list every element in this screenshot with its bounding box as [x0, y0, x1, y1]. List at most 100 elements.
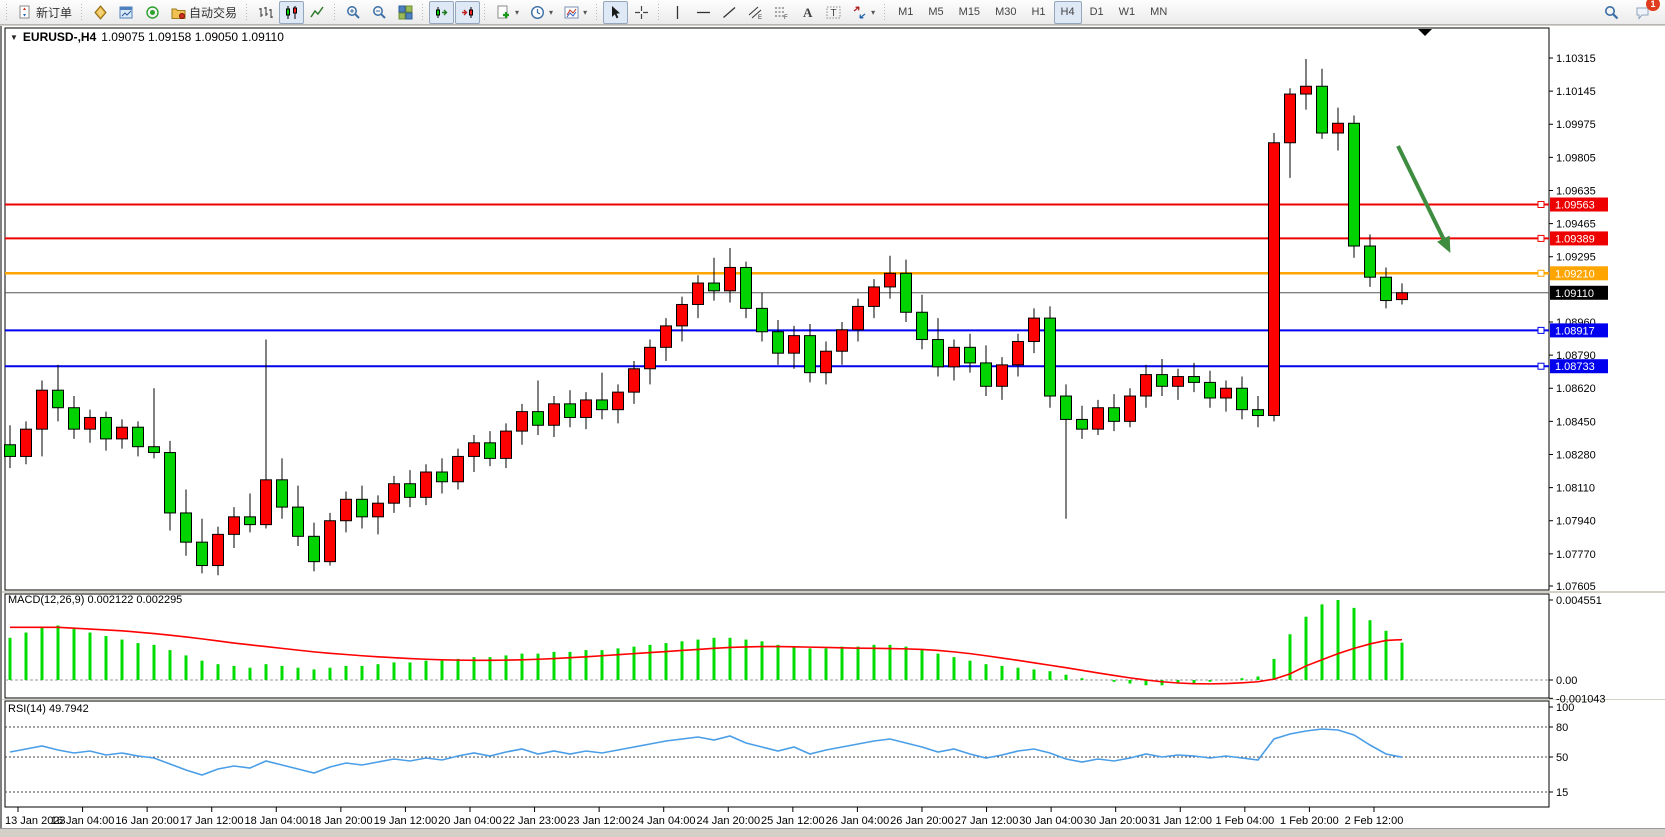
toolbar-group-grip[interactable]	[483, 4, 488, 20]
chart-ohlc-values: 1.09075 1.09158 1.09050 1.09110	[101, 30, 284, 44]
toolbar-group-grip[interactable]	[245, 4, 250, 20]
toolbar-group-grip[interactable]	[657, 4, 662, 20]
candle	[533, 412, 544, 426]
timeframe-h1-button[interactable]: H1	[1024, 1, 1052, 24]
time-axis-label: 16 Jan 20:00	[115, 815, 179, 827]
chevron-down-icon[interactable]: ▾	[549, 8, 553, 17]
svg-text:T: T	[831, 8, 837, 19]
candle	[597, 400, 608, 410]
candle	[869, 287, 880, 306]
candle	[1029, 318, 1040, 341]
timeframe-m30-button[interactable]: M30	[988, 1, 1023, 24]
candle	[213, 534, 224, 565]
search-button[interactable]	[1599, 1, 1624, 24]
support-line-1-handle[interactable]	[1538, 327, 1544, 333]
panel-separator[interactable]	[2, 699, 1665, 700]
trendline-icon	[722, 5, 737, 20]
toolbar-group-grip[interactable]	[333, 4, 338, 20]
price-chart: 1.103151.101451.099751.098051.096351.094…	[2, 26, 1665, 828]
candle	[693, 283, 704, 304]
candle	[293, 507, 304, 536]
autotrade-button[interactable]: 自动交易	[166, 1, 242, 24]
zoom-out-button[interactable]	[367, 1, 392, 24]
toolbar-group-grip[interactable]	[5, 4, 10, 20]
label-icon: T	[826, 5, 841, 20]
candle	[1077, 419, 1088, 429]
price-axis-label: 1.09465	[1556, 219, 1596, 231]
one-click-trading-collapse-icon[interactable]: ▼	[10, 33, 18, 42]
candle	[1093, 408, 1104, 429]
notifications-button[interactable]: 1	[1630, 1, 1655, 24]
candle	[1189, 377, 1200, 383]
trendline-button[interactable]	[717, 1, 742, 24]
timeframe-m15-button[interactable]: M15	[952, 1, 987, 24]
timeframe-m5-button[interactable]: M5	[921, 1, 950, 24]
candle	[1301, 86, 1312, 94]
panel-separator[interactable]	[2, 591, 1665, 593]
candle	[917, 312, 928, 339]
text-label-button[interactable]: T	[821, 1, 846, 24]
timeframe-h4-button[interactable]: H4	[1054, 1, 1082, 24]
horizontal-line-button[interactable]	[691, 1, 716, 24]
templates-button[interactable]: ▾	[559, 1, 592, 24]
toolbar-group-grip[interactable]	[883, 4, 888, 20]
candle	[741, 267, 752, 308]
price-axis-label: 1.09295	[1556, 252, 1596, 264]
text-button[interactable]: A	[795, 1, 820, 24]
chart-shift-button[interactable]	[455, 1, 480, 24]
resistance-line-1-handle[interactable]	[1538, 202, 1544, 208]
chevron-down-icon[interactable]: ▾	[583, 8, 587, 17]
chart-window: 1.103151.101451.099751.098051.096351.094…	[0, 26, 1665, 828]
strategy-signal-button[interactable]	[140, 1, 165, 24]
candle	[821, 351, 832, 372]
indicators-button[interactable]: ▾	[491, 1, 524, 24]
timeframe-mn-button[interactable]: MN	[1143, 1, 1174, 24]
candlestick-chart-button[interactable]	[279, 1, 304, 24]
pivot-line-price-tag-text: 1.09210	[1555, 268, 1595, 280]
price-axis-label: 1.08110	[1556, 483, 1595, 495]
timeframe-w1-button[interactable]: W1	[1112, 1, 1143, 24]
new-order-button[interactable]: 新订单	[13, 1, 77, 24]
support-line-2-handle[interactable]	[1538, 363, 1544, 369]
bar-chart-button[interactable]	[253, 1, 278, 24]
price-axis-label: 1.07605	[1556, 581, 1596, 593]
toolbar-group-grip[interactable]	[595, 4, 600, 20]
tile-windows-button[interactable]	[393, 1, 418, 24]
candle	[469, 443, 480, 457]
auto-scroll-button[interactable]	[429, 1, 454, 24]
chevron-down-icon[interactable]: ▾	[515, 8, 519, 17]
candle	[1381, 277, 1392, 300]
cursor-button[interactable]	[603, 1, 628, 24]
templates-icon	[564, 5, 579, 20]
market-watch-button[interactable]	[88, 1, 113, 24]
search-icon	[1604, 5, 1619, 20]
candle	[1109, 408, 1120, 422]
time-axis[interactable]: 13 Jan 202316 Jan 04:0016 Jan 20:0017 Ja…	[5, 807, 1403, 827]
arrows-button[interactable]: ▾	[847, 1, 880, 24]
vline-icon	[670, 5, 685, 20]
data-window-button[interactable]	[114, 1, 139, 24]
vertical-line-button[interactable]	[665, 1, 690, 24]
rsi-panel-frame	[5, 701, 1549, 807]
toolbar-group-grip[interactable]	[80, 4, 85, 20]
timeframe-m1-button[interactable]: M1	[891, 1, 920, 24]
zoom-in-button[interactable]	[341, 1, 366, 24]
periods-button[interactable]: ▾	[525, 1, 558, 24]
timeframe-d1-button[interactable]: D1	[1083, 1, 1111, 24]
crosshair-button[interactable]	[629, 1, 654, 24]
candle	[517, 412, 528, 431]
candle	[485, 443, 496, 459]
pivot-line-handle[interactable]	[1538, 270, 1544, 276]
equidistant-channel-button[interactable]: E	[743, 1, 768, 24]
time-axis-label: 2 Feb 12:00	[1345, 815, 1404, 827]
toolbar-group-grip[interactable]	[421, 4, 426, 20]
candle	[789, 336, 800, 354]
resistance-line-2-handle[interactable]	[1538, 235, 1544, 241]
candle	[341, 499, 352, 520]
chevron-down-icon[interactable]: ▾	[871, 8, 875, 17]
candle	[1157, 375, 1168, 387]
line-chart-button[interactable]	[305, 1, 330, 24]
rsi-axis-label: 80	[1556, 722, 1568, 734]
fibonacci-button[interactable]: F	[769, 1, 794, 24]
candle	[149, 447, 160, 453]
